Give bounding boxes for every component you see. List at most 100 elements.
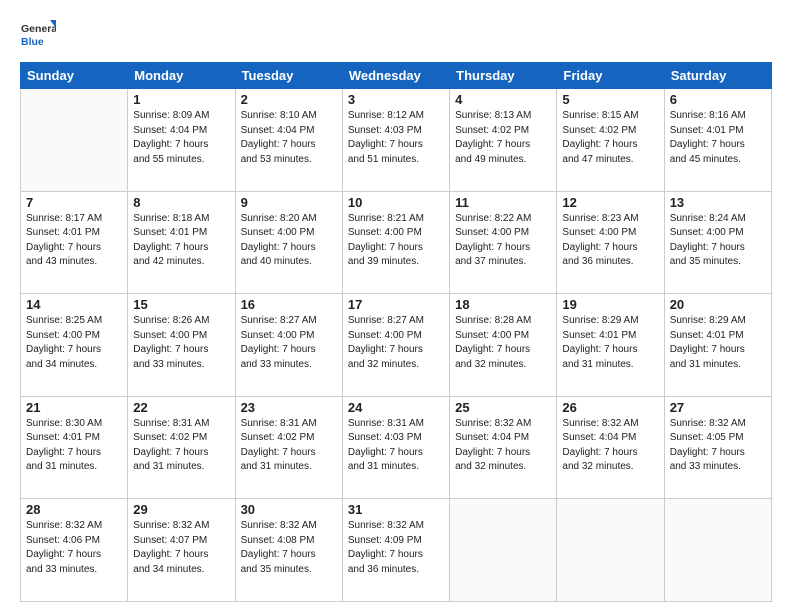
day-info: Sunrise: 8:30 AM Sunset: 4:01 PM Dayligh… <box>26 417 122 475</box>
day-number: 20 <box>670 297 766 312</box>
day-number: 29 <box>133 502 229 517</box>
calendar-header-wednesday: Wednesday <box>342 63 449 89</box>
calendar-header-monday: Monday <box>128 63 235 89</box>
calendar-cell: 14 Sunrise: 8:25 AM Sunset: 4:00 PM Dayli… <box>21 294 128 397</box>
svg-text:Blue: Blue <box>21 36 44 48</box>
day-info: Sunrise: 8:17 AM Sunset: 4:01 PM Dayligh… <box>26 212 122 270</box>
calendar-cell: 27Sunrise: 8:32 AM Sunset: 4:05 PM Dayli… <box>664 396 771 499</box>
day-info: Sunrise: 8:09 AM Sunset: 4:04 PM Dayligh… <box>133 109 229 167</box>
day-info: Sunrise: 8:15 AM Sunset: 4:02 PM Dayligh… <box>562 109 658 167</box>
day-number: 10 <box>348 195 444 210</box>
calendar-cell: 20 Sunrise: 8:29 AM Sunset: 4:01 PM Dayli… <box>664 294 771 397</box>
calendar-cell: 23 Sunrise: 8:31 AM Sunset: 4:02 PM Dayli… <box>235 396 342 499</box>
day-number: 8 <box>133 195 229 210</box>
calendar-cell: 18 Sunrise: 8:28 AM Sunset: 4:00 PM Dayli… <box>450 294 557 397</box>
calendar-cell: 3 Sunrise: 8:12 AM Sunset: 4:03 PM Daylig… <box>342 89 449 192</box>
calendar-cell: 10 Sunrise: 8:21 AM Sunset: 4:00 PM Dayli… <box>342 191 449 294</box>
calendar-cell: 4 Sunrise: 8:13 AM Sunset: 4:02 PM Daylig… <box>450 89 557 192</box>
day-info: Sunrise: 8:20 AM Sunset: 4:00 PM Dayligh… <box>241 212 337 270</box>
calendar-cell: 28Sunrise: 8:32 AM Sunset: 4:06 PM Dayli… <box>21 499 128 602</box>
day-number: 23 <box>241 400 337 415</box>
calendar-table: SundayMondayTuesdayWednesdayThursdayFrid… <box>20 62 772 602</box>
calendar-cell: 17 Sunrise: 8:27 AM Sunset: 4:00 PM Dayli… <box>342 294 449 397</box>
calendar-cell <box>450 499 557 602</box>
day-number: 22 <box>133 400 229 415</box>
logo: General Blue <box>20 18 56 54</box>
day-number: 25 <box>455 400 551 415</box>
calendar-cell: 12 Sunrise: 8:23 AM Sunset: 4:00 PM Dayli… <box>557 191 664 294</box>
day-info: Sunrise: 8:10 AM Sunset: 4:04 PM Dayligh… <box>241 109 337 167</box>
day-info: Sunrise: 8:32 AM Sunset: 4:09 PM Dayligh… <box>348 519 444 577</box>
calendar-cell: 26 Sunrise: 8:32 AM Sunset: 4:04 PM Dayli… <box>557 396 664 499</box>
day-info: Sunrise: 8:13 AM Sunset: 4:02 PM Dayligh… <box>455 109 551 167</box>
day-number: 11 <box>455 195 551 210</box>
calendar-cell: 2Sunrise: 8:10 AM Sunset: 4:04 PM Daylig… <box>235 89 342 192</box>
calendar-week-2: 7 Sunrise: 8:17 AM Sunset: 4:01 PM Daylig… <box>21 191 772 294</box>
day-info: Sunrise: 8:23 AM Sunset: 4:00 PM Dayligh… <box>562 212 658 270</box>
day-info: Sunrise: 8:21 AM Sunset: 4:00 PM Dayligh… <box>348 212 444 270</box>
calendar-week-1: 1 Sunrise: 8:09 AM Sunset: 4:04 PM Daylig… <box>21 89 772 192</box>
day-info: Sunrise: 8:12 AM Sunset: 4:03 PM Dayligh… <box>348 109 444 167</box>
calendar-week-3: 14 Sunrise: 8:25 AM Sunset: 4:00 PM Dayli… <box>21 294 772 397</box>
day-info: Sunrise: 8:31 AM Sunset: 4:03 PM Dayligh… <box>348 417 444 475</box>
calendar-cell: 31 Sunrise: 8:32 AM Sunset: 4:09 PM Dayli… <box>342 499 449 602</box>
day-number: 27 <box>670 400 766 415</box>
calendar-cell: 16 Sunrise: 8:27 AM Sunset: 4:00 PM Dayli… <box>235 294 342 397</box>
calendar-cell <box>557 499 664 602</box>
calendar-cell: 5 Sunrise: 8:15 AM Sunset: 4:02 PM Daylig… <box>557 89 664 192</box>
logo-svg: General Blue <box>20 18 56 54</box>
calendar-header-tuesday: Tuesday <box>235 63 342 89</box>
calendar-cell: 30Sunrise: 8:32 AM Sunset: 4:08 PM Dayli… <box>235 499 342 602</box>
day-number: 18 <box>455 297 551 312</box>
svg-text:General: General <box>21 23 56 35</box>
day-info: Sunrise: 8:32 AM Sunset: 4:04 PM Dayligh… <box>455 417 551 475</box>
calendar-cell: 22Sunrise: 8:31 AM Sunset: 4:02 PM Dayli… <box>128 396 235 499</box>
calendar-header-friday: Friday <box>557 63 664 89</box>
calendar-cell: 7 Sunrise: 8:17 AM Sunset: 4:01 PM Daylig… <box>21 191 128 294</box>
calendar-header-sunday: Sunday <box>21 63 128 89</box>
day-info: Sunrise: 8:32 AM Sunset: 4:07 PM Dayligh… <box>133 519 229 577</box>
day-info: Sunrise: 8:32 AM Sunset: 4:06 PM Dayligh… <box>26 519 122 577</box>
calendar-cell: 19 Sunrise: 8:29 AM Sunset: 4:01 PM Dayli… <box>557 294 664 397</box>
day-number: 24 <box>348 400 444 415</box>
day-number: 16 <box>241 297 337 312</box>
calendar-cell: 11 Sunrise: 8:22 AM Sunset: 4:00 PM Dayli… <box>450 191 557 294</box>
day-number: 30 <box>241 502 337 517</box>
day-info: Sunrise: 8:27 AM Sunset: 4:00 PM Dayligh… <box>348 314 444 372</box>
day-info: Sunrise: 8:29 AM Sunset: 4:01 PM Dayligh… <box>670 314 766 372</box>
day-number: 14 <box>26 297 122 312</box>
day-number: 31 <box>348 502 444 517</box>
day-info: Sunrise: 8:28 AM Sunset: 4:00 PM Dayligh… <box>455 314 551 372</box>
day-number: 7 <box>26 195 122 210</box>
day-number: 9 <box>241 195 337 210</box>
day-number: 12 <box>562 195 658 210</box>
calendar-cell <box>664 499 771 602</box>
day-info: Sunrise: 8:29 AM Sunset: 4:01 PM Dayligh… <box>562 314 658 372</box>
calendar-cell: 6 Sunrise: 8:16 AM Sunset: 4:01 PM Daylig… <box>664 89 771 192</box>
calendar-cell: 29 Sunrise: 8:32 AM Sunset: 4:07 PM Dayli… <box>128 499 235 602</box>
calendar-header-saturday: Saturday <box>664 63 771 89</box>
day-number: 26 <box>562 400 658 415</box>
day-number: 1 <box>133 92 229 107</box>
day-number: 4 <box>455 92 551 107</box>
day-info: Sunrise: 8:26 AM Sunset: 4:00 PM Dayligh… <box>133 314 229 372</box>
calendar-header-thursday: Thursday <box>450 63 557 89</box>
day-number: 5 <box>562 92 658 107</box>
day-number: 17 <box>348 297 444 312</box>
calendar-cell: 21Sunrise: 8:30 AM Sunset: 4:01 PM Dayli… <box>21 396 128 499</box>
day-info: Sunrise: 8:32 AM Sunset: 4:04 PM Dayligh… <box>562 417 658 475</box>
day-info: Sunrise: 8:27 AM Sunset: 4:00 PM Dayligh… <box>241 314 337 372</box>
day-info: Sunrise: 8:31 AM Sunset: 4:02 PM Dayligh… <box>241 417 337 475</box>
calendar-cell: 24 Sunrise: 8:31 AM Sunset: 4:03 PM Dayli… <box>342 396 449 499</box>
calendar-cell <box>21 89 128 192</box>
day-info: Sunrise: 8:16 AM Sunset: 4:01 PM Dayligh… <box>670 109 766 167</box>
calendar-cell: 9 Sunrise: 8:20 AM Sunset: 4:00 PM Daylig… <box>235 191 342 294</box>
day-info: Sunrise: 8:22 AM Sunset: 4:00 PM Dayligh… <box>455 212 551 270</box>
day-info: Sunrise: 8:24 AM Sunset: 4:00 PM Dayligh… <box>670 212 766 270</box>
day-number: 6 <box>670 92 766 107</box>
page-header: General Blue <box>20 18 772 54</box>
day-number: 19 <box>562 297 658 312</box>
day-info: Sunrise: 8:25 AM Sunset: 4:00 PM Dayligh… <box>26 314 122 372</box>
day-number: 3 <box>348 92 444 107</box>
calendar-cell: 13Sunrise: 8:24 AM Sunset: 4:00 PM Dayli… <box>664 191 771 294</box>
